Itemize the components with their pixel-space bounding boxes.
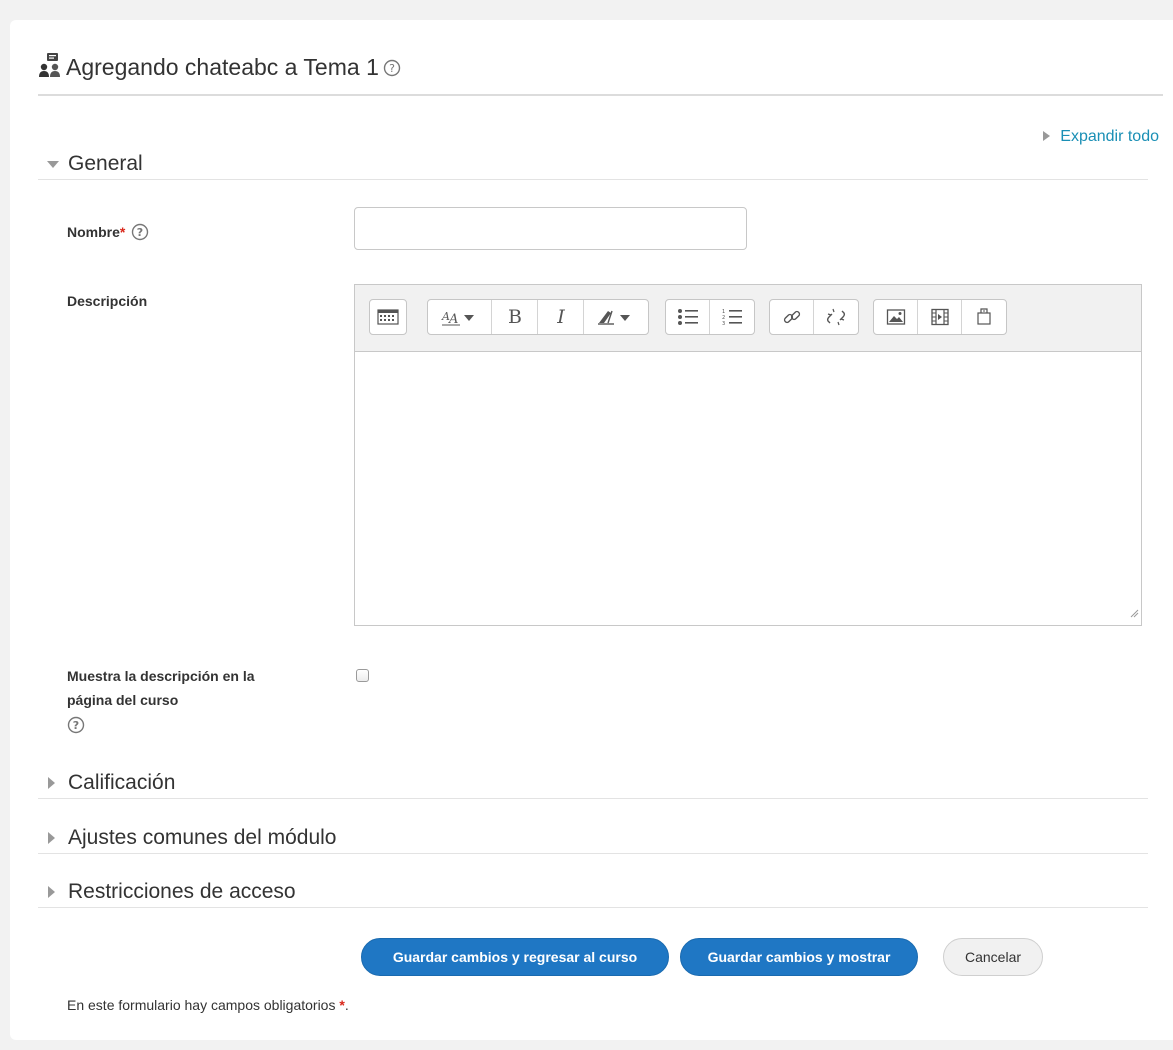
name-label: Nombre* ? bbox=[67, 220, 149, 244]
toolbar-toggle-icon[interactable] bbox=[370, 300, 406, 334]
caret-down-icon bbox=[47, 161, 59, 168]
resize-grip-icon[interactable] bbox=[1129, 605, 1139, 623]
help-icon[interactable]: ? bbox=[67, 716, 85, 734]
show-description-line1: Muestra la descripción en la bbox=[67, 668, 255, 684]
description-label: Descripción bbox=[67, 293, 148, 309]
help-icon[interactable]: ? bbox=[383, 59, 401, 77]
page-header: Agregando chateabc a Tema 1 ? bbox=[38, 34, 1163, 96]
svg-text:?: ? bbox=[137, 226, 143, 239]
section-general-label: General bbox=[68, 152, 143, 175]
unordered-list-icon[interactable] bbox=[666, 300, 710, 334]
toolbar-group bbox=[873, 299, 1007, 335]
toolbar-group: 123 bbox=[665, 299, 755, 335]
toolbar-group: A A B I bbox=[427, 299, 649, 335]
show-description-label: Muestra la descripción en la página del … bbox=[67, 664, 255, 741]
editor-content-area[interactable] bbox=[355, 352, 1141, 625]
required-fields-note-text: En este formulario hay campos obligatori… bbox=[67, 997, 340, 1013]
svg-text:?: ? bbox=[389, 62, 395, 75]
toolbar-group bbox=[369, 299, 407, 335]
unlink-icon[interactable] bbox=[814, 300, 858, 334]
italic-icon[interactable]: I bbox=[538, 300, 584, 334]
expand-all-link[interactable]: Expandir todo bbox=[1043, 128, 1159, 146]
required-fields-note: En este formulario hay campos obligatori… bbox=[67, 997, 349, 1013]
section-access-restrictions-label: Restricciones de acceso bbox=[68, 880, 296, 903]
section-common-module-label: Ajustes comunes del módulo bbox=[68, 826, 337, 849]
svg-text:B: B bbox=[508, 307, 522, 327]
description-editor[interactable]: A A B I 1 2 3 bbox=[354, 284, 1142, 626]
save-and-return-button[interactable]: Guardar cambios y regresar al curso bbox=[361, 938, 669, 976]
help-icon[interactable]: ? bbox=[131, 223, 149, 241]
caret-right-icon bbox=[1043, 131, 1051, 141]
required-icon: * bbox=[119, 224, 126, 240]
show-description-line2: página del curso bbox=[67, 692, 179, 708]
editor-toolbar: A A B I 1 2 3 bbox=[355, 285, 1141, 352]
section-grading-label: Calificación bbox=[68, 771, 176, 794]
required-fields-note-end: . bbox=[344, 997, 349, 1013]
name-input[interactable] bbox=[354, 207, 747, 250]
section-access-restrictions[interactable]: Restricciones de acceso bbox=[38, 880, 1148, 908]
image-icon[interactable] bbox=[874, 300, 918, 334]
ordered-list-icon[interactable]: 123 bbox=[710, 300, 754, 334]
cancel-button[interactable]: Cancelar bbox=[943, 938, 1043, 976]
name-label-text: Nombre bbox=[67, 224, 120, 240]
chat-icon bbox=[38, 52, 62, 84]
section-common-module[interactable]: Ajustes comunes del módulo bbox=[38, 826, 1148, 854]
section-general[interactable]: General bbox=[38, 152, 1148, 180]
clear-format-icon[interactable] bbox=[584, 300, 648, 334]
caret-right-icon bbox=[48, 886, 55, 898]
link-icon[interactable] bbox=[770, 300, 814, 334]
svg-text:?: ? bbox=[73, 719, 79, 732]
save-and-display-button[interactable]: Guardar cambios y mostrar bbox=[680, 938, 918, 976]
show-description-checkbox[interactable] bbox=[356, 669, 369, 682]
bold-icon[interactable]: B bbox=[492, 300, 538, 334]
page-title: Agregando chateabc a Tema 1 ? bbox=[38, 52, 401, 84]
file-manager-icon[interactable] bbox=[962, 300, 1006, 334]
caret-right-icon bbox=[48, 777, 55, 789]
media-icon[interactable] bbox=[918, 300, 962, 334]
svg-text:I: I bbox=[556, 307, 565, 327]
font-style-icon[interactable]: A A bbox=[428, 300, 492, 334]
page-title-text: Agregando chateabc a Tema 1 bbox=[66, 54, 379, 80]
caret-right-icon bbox=[48, 832, 55, 844]
svg-text:3: 3 bbox=[722, 321, 725, 326]
toolbar-group bbox=[769, 299, 859, 335]
expand-all-label: Expandir todo bbox=[1060, 128, 1159, 145]
section-grading[interactable]: Calificación bbox=[38, 771, 1148, 799]
